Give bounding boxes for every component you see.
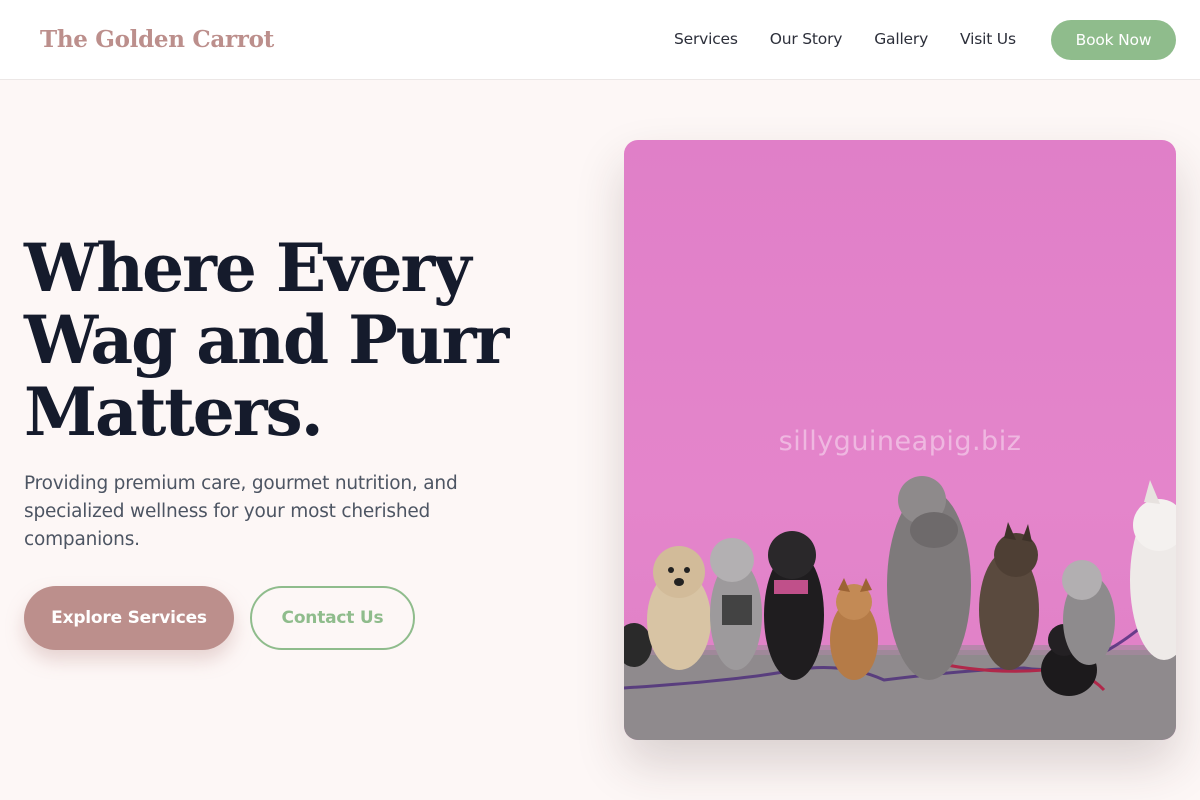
headline-line-3: Matters.	[24, 373, 324, 451]
dog-shape	[647, 546, 711, 670]
nav-link-gallery[interactable]: Gallery	[874, 30, 928, 48]
dog-shape	[979, 522, 1039, 670]
contact-us-button[interactable]: Contact Us	[250, 586, 415, 650]
dog-shape	[764, 531, 824, 680]
nav-link-our-story[interactable]: Our Story	[770, 30, 843, 48]
dog-shape	[710, 538, 762, 670]
dog-shape	[1130, 480, 1176, 660]
headline-line-1: Where Every	[24, 229, 472, 307]
explore-services-button[interactable]: Explore Services	[24, 586, 234, 650]
dog-shape	[1062, 560, 1115, 665]
hero-image: sillyguineapig.biz	[624, 140, 1176, 740]
hero-subtext: Providing premium care, gourmet nutritio…	[24, 473, 458, 550]
image-watermark: sillyguineapig.biz	[778, 426, 1022, 457]
nav-link-visit-us[interactable]: Visit Us	[960, 30, 1016, 48]
nav-link-services[interactable]: Services	[674, 30, 738, 48]
headline-line-2: Wag and Purr	[24, 301, 509, 379]
brand-logo[interactable]: The Golden Carrot	[40, 26, 274, 53]
book-now-button[interactable]: Book Now	[1051, 20, 1176, 60]
dog-shape	[830, 578, 878, 680]
top-navbar: The Golden Carrot Services Our Story Gal…	[0, 0, 1200, 80]
nav-links: Services Our Story Gallery Visit Us	[674, 30, 1016, 48]
dog-shape	[887, 476, 971, 680]
hero-headline: Where Every Wag and Purr Matters.	[24, 232, 544, 448]
